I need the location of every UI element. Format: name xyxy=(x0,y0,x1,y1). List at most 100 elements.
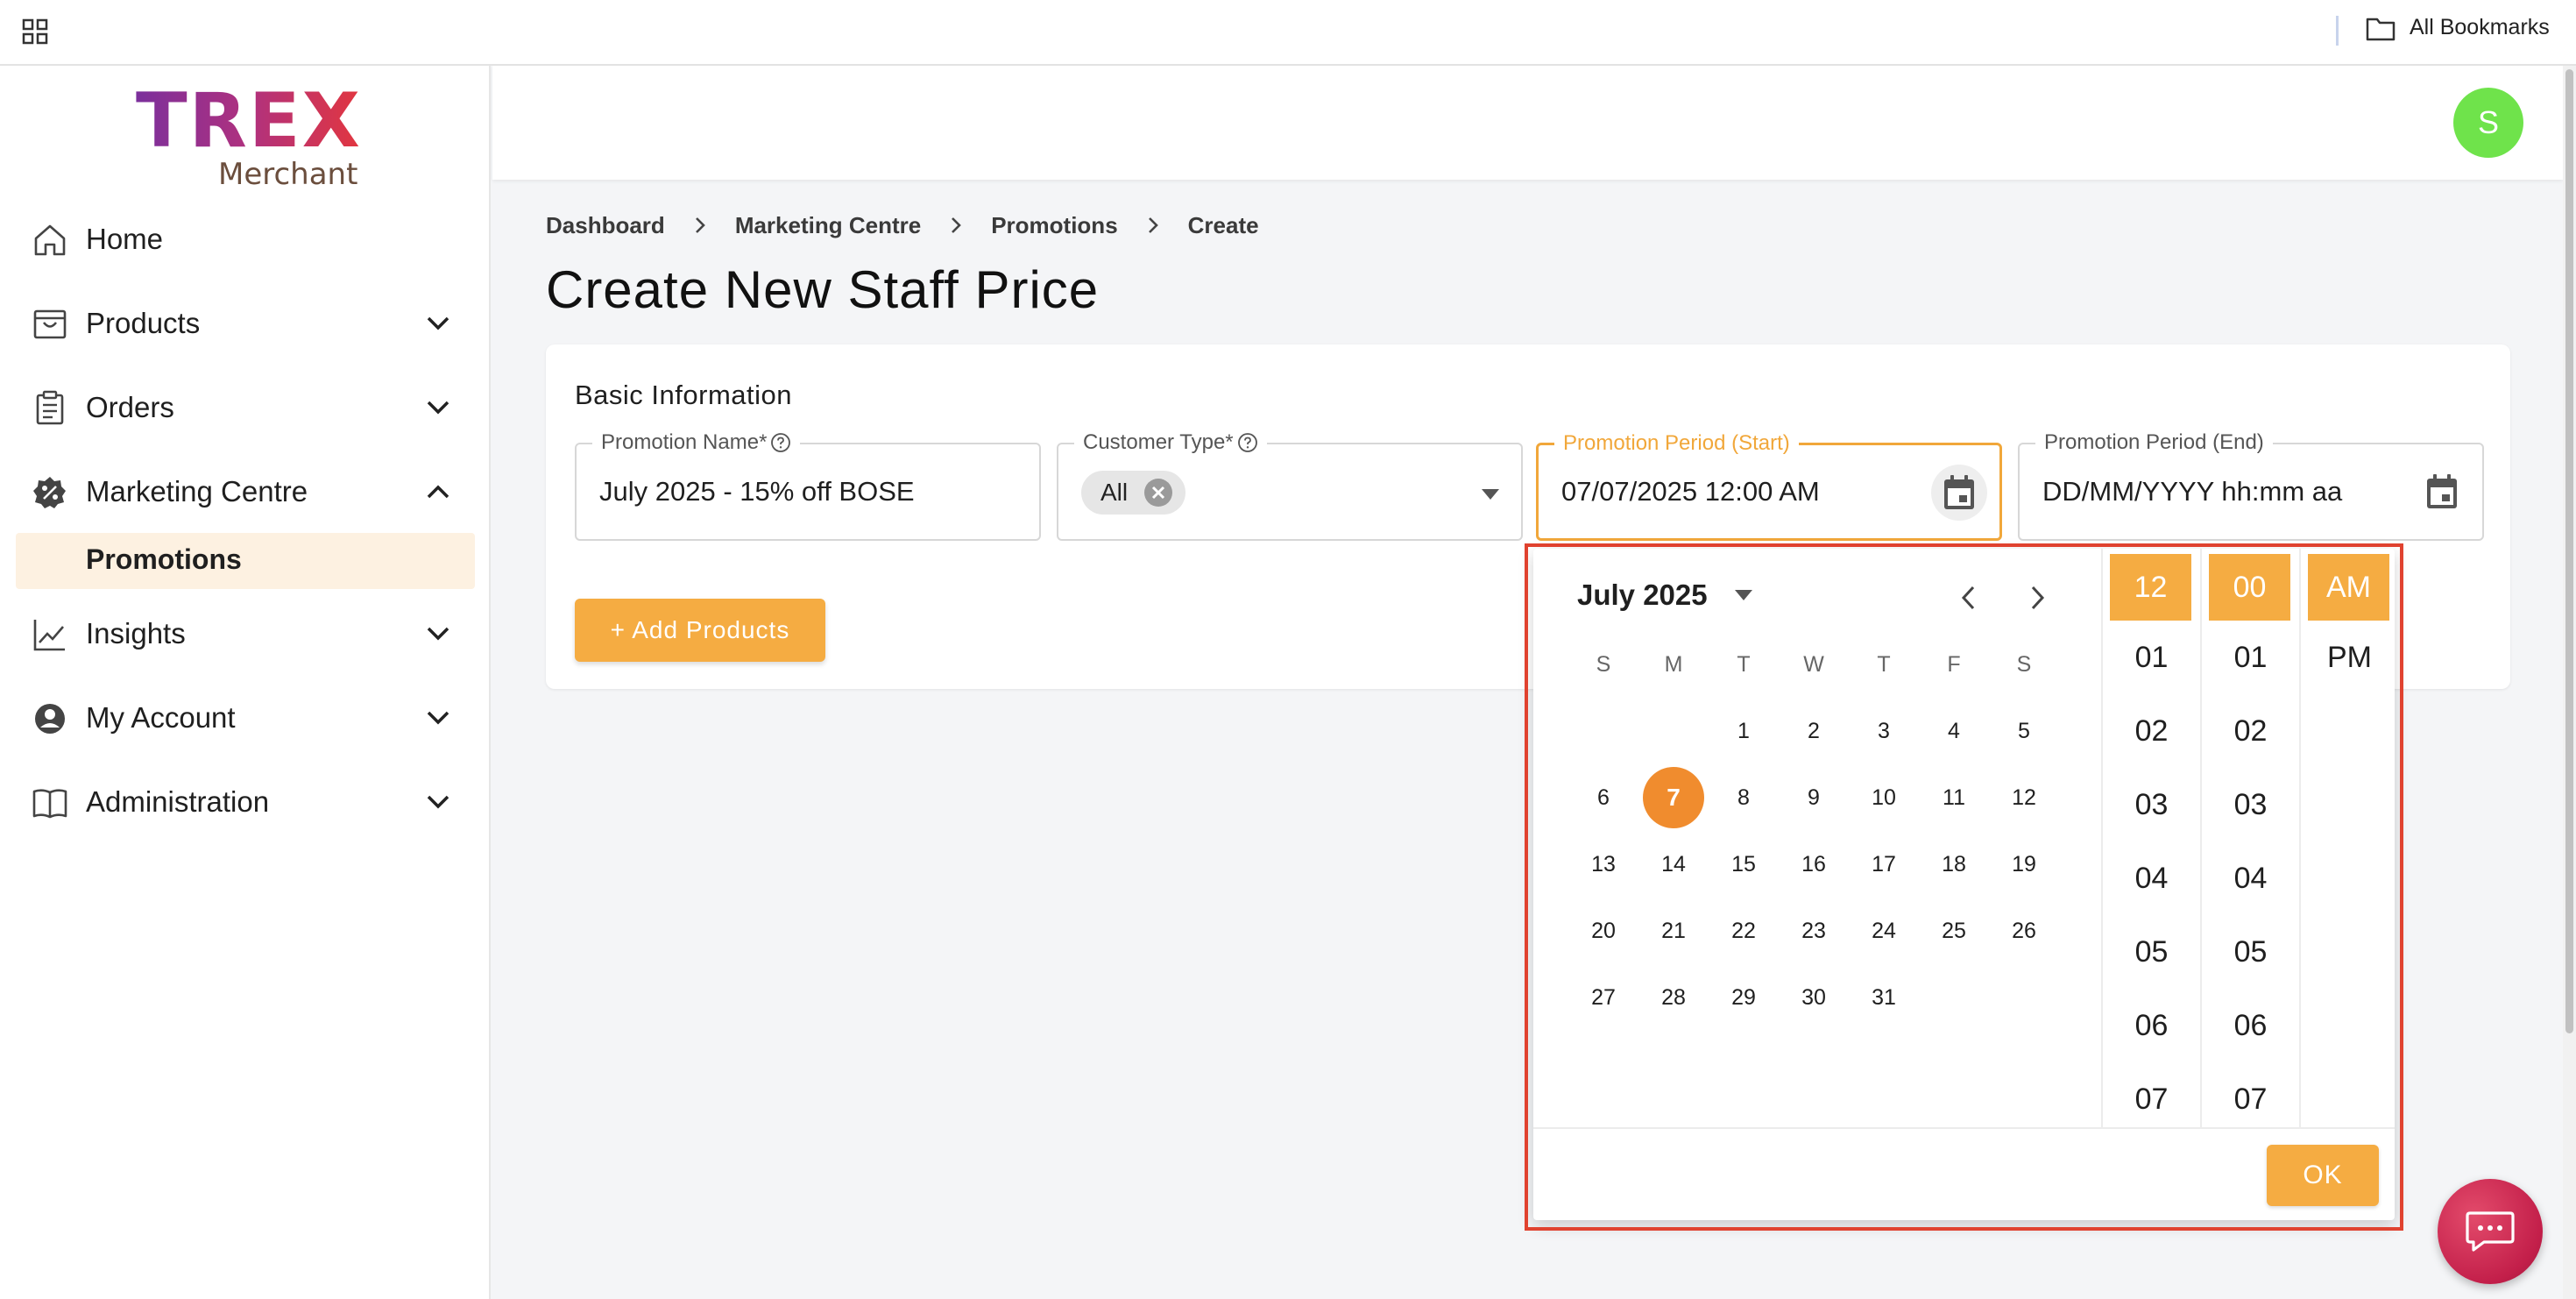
ok-button[interactable]: OK xyxy=(2267,1145,2379,1206)
hour-option[interactable]: 03 xyxy=(2103,768,2200,841)
minute-option[interactable]: 07 xyxy=(2202,1062,2299,1127)
page-scrollbar[interactable] xyxy=(2563,66,2576,1299)
calendar-day[interactable]: 23 xyxy=(1779,898,1849,964)
sidebar-subitem-promotions[interactable]: Promotions xyxy=(16,533,475,589)
period-end-calendar-button[interactable] xyxy=(2414,464,2470,520)
sidebar-item-my-account[interactable]: My Account xyxy=(0,683,491,753)
calendar-day[interactable]: 10 xyxy=(1849,764,1919,831)
calendar-day[interactable]: 18 xyxy=(1919,831,1989,898)
scrollbar-thumb[interactable] xyxy=(2565,69,2573,1033)
period-end-input[interactable]: DD/MM/YYYY hh:mm aa xyxy=(2042,476,2342,508)
period-start-input[interactable]: 07/07/2025 12:00 AM xyxy=(1561,476,1820,508)
meridiem-column[interactable]: AM PM xyxy=(2299,549,2398,1127)
sidebar-item-label: Products xyxy=(86,307,201,339)
hour-option[interactable]: 01 xyxy=(2103,621,2200,694)
hour-column[interactable]: 12 01 02 03 04 05 06 07 xyxy=(2101,549,2200,1127)
minute-column[interactable]: 00 01 02 03 04 05 06 07 xyxy=(2200,549,2299,1127)
calendar-day[interactable]: 25 xyxy=(1919,898,1989,964)
period-start-calendar-button[interactable] xyxy=(1931,465,1987,521)
calendar-day[interactable]: 1 xyxy=(1709,698,1779,764)
calendar-day[interactable]: 4 xyxy=(1919,698,1989,764)
calendar-day[interactable]: 13 xyxy=(1568,831,1638,898)
chevron-down-icon[interactable] xyxy=(424,707,452,728)
calendar-day[interactable]: 31 xyxy=(1849,964,1919,1031)
period-start-label: Promotion Period (Start) xyxy=(1563,431,1790,455)
calendar-day[interactable]: 24 xyxy=(1849,898,1919,964)
minute-option[interactable]: 04 xyxy=(2202,841,2299,915)
calendar-day[interactable]: 30 xyxy=(1779,964,1849,1031)
minute-option[interactable]: 01 xyxy=(2202,621,2299,694)
previous-month-button[interactable] xyxy=(1945,575,1991,621)
calendar-day[interactable]: 14 xyxy=(1638,831,1709,898)
calendar-day[interactable]: 22 xyxy=(1709,898,1779,964)
promotion-period-end-field[interactable]: Promotion Period (End) DD/MM/YYYY hh:mm … xyxy=(2018,430,2484,541)
hour-option[interactable]: 07 xyxy=(2103,1062,2200,1127)
hour-option-selected[interactable]: 12 xyxy=(2110,554,2191,621)
minute-option[interactable]: 05 xyxy=(2202,915,2299,989)
chip-remove-icon[interactable] xyxy=(1143,478,1173,508)
calendar-day[interactable]: 3 xyxy=(1849,698,1919,764)
calendar-day[interactable]: 29 xyxy=(1709,964,1779,1031)
calendar-day-selected[interactable]: 7 xyxy=(1638,764,1709,831)
minute-option[interactable]: 02 xyxy=(2202,694,2299,768)
sidebar-item-orders[interactable]: Orders xyxy=(0,373,491,443)
minute-option[interactable]: 03 xyxy=(2202,768,2299,841)
minute-option[interactable]: 06 xyxy=(2202,989,2299,1062)
apps-grid-icon[interactable] xyxy=(21,18,49,46)
chevron-down-icon[interactable] xyxy=(424,397,452,418)
meridiem-option-selected[interactable]: AM xyxy=(2308,554,2389,621)
breadcrumb-promotions[interactable]: Promotions xyxy=(991,212,1117,239)
meridiem-option[interactable]: PM xyxy=(2301,621,2398,694)
dropdown-arrow-icon[interactable] xyxy=(1481,488,1500,500)
trex-merchant-logo[interactable]: TREX Merchant xyxy=(136,83,364,192)
calendar-day[interactable]: 16 xyxy=(1779,831,1849,898)
sidebar-item-administration[interactable]: Administration xyxy=(0,767,491,837)
help-circle-icon[interactable] xyxy=(1237,432,1258,453)
calendar-day[interactable]: 5 xyxy=(1989,698,2059,764)
all-bookmarks-link[interactable]: All Bookmarks xyxy=(2410,15,2550,40)
calendar-day[interactable]: 21 xyxy=(1638,898,1709,964)
add-products-button[interactable]: + Add Products xyxy=(575,599,825,662)
sidebar-item-insights[interactable]: Insights xyxy=(0,599,491,669)
chevron-down-icon[interactable] xyxy=(424,313,452,334)
customer-type-field[interactable]: Customer Type* All xyxy=(1057,430,1523,541)
calendar-day[interactable]: 27 xyxy=(1568,964,1638,1031)
hour-option[interactable]: 05 xyxy=(2103,915,2200,989)
hour-option[interactable]: 06 xyxy=(2103,989,2200,1062)
help-circle-icon[interactable] xyxy=(770,432,791,453)
calendar-day[interactable]: 28 xyxy=(1638,964,1709,1031)
calendar-day[interactable]: 19 xyxy=(1989,831,2059,898)
hour-option[interactable]: 02 xyxy=(2103,694,2200,768)
chat-button[interactable] xyxy=(2438,1179,2543,1284)
month-year-selector[interactable]: July 2025 xyxy=(1577,579,1753,612)
breadcrumb-dashboard[interactable]: Dashboard xyxy=(546,212,665,239)
calendar-week-row: 27 28 29 30 31 xyxy=(1568,964,2059,1031)
calendar-day[interactable]: 17 xyxy=(1849,831,1919,898)
user-avatar[interactable]: S xyxy=(2453,88,2523,158)
calendar-day[interactable]: 9 xyxy=(1779,764,1849,831)
calendar-day[interactable]: 8 xyxy=(1709,764,1779,831)
calendar-day[interactable]: 20 xyxy=(1568,898,1638,964)
calendar-day-number: 2 xyxy=(1808,718,1820,743)
calendar-day[interactable]: 6 xyxy=(1568,764,1638,831)
calendar-day[interactable]: 26 xyxy=(1989,898,2059,964)
sidebar-item-home[interactable]: Home xyxy=(0,204,491,274)
calendar-day[interactable]: 11 xyxy=(1919,764,1989,831)
calendar-day-number xyxy=(1573,700,1634,762)
sidebar-item-marketing-centre[interactable]: Marketing Centre xyxy=(0,457,491,527)
home-icon xyxy=(34,224,66,256)
calendar-day[interactable]: 15 xyxy=(1709,831,1779,898)
promotion-name-input[interactable]: July 2025 - 15% off BOSE xyxy=(599,476,915,508)
hour-option[interactable]: 04 xyxy=(2103,841,2200,915)
next-month-button[interactable] xyxy=(2015,575,2061,621)
minute-option-selected[interactable]: 00 xyxy=(2209,554,2290,621)
promotion-name-field[interactable]: Promotion Name* July 2025 - 15% off BOSE xyxy=(575,430,1041,541)
promotion-period-start-field[interactable]: Promotion Period (Start) 07/07/2025 12:0… xyxy=(1536,431,2002,541)
calendar-day[interactable]: 2 xyxy=(1779,698,1849,764)
chevron-up-icon[interactable] xyxy=(424,481,452,502)
breadcrumb-marketing-centre[interactable]: Marketing Centre xyxy=(735,212,921,239)
sidebar-item-products[interactable]: Products xyxy=(0,288,491,358)
chevron-down-icon[interactable] xyxy=(424,791,452,813)
chevron-down-icon[interactable] xyxy=(424,623,452,644)
calendar-day[interactable]: 12 xyxy=(1989,764,2059,831)
